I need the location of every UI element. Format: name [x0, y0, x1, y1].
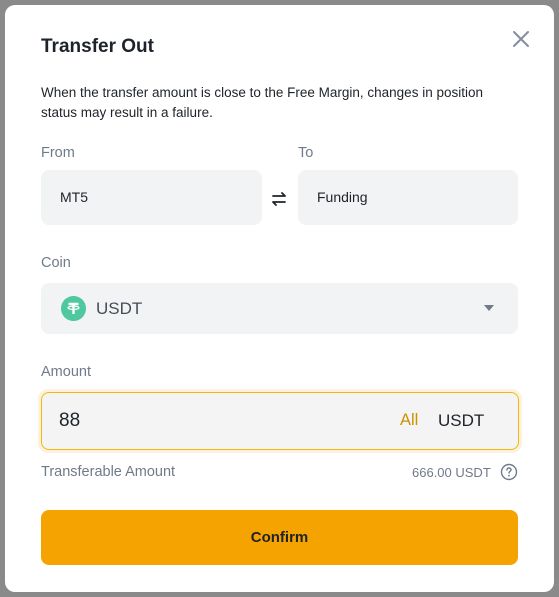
all-button[interactable]: All	[400, 411, 418, 430]
coin-label: Coin	[41, 255, 71, 271]
close-icon[interactable]	[509, 27, 533, 51]
transfer-out-dialog: Transfer Out When the transfer amount is…	[5, 5, 554, 592]
amount-focus-ring: All USDT	[38, 389, 522, 453]
to-account-value: Funding	[317, 189, 368, 205]
confirm-button[interactable]: Confirm	[41, 510, 518, 565]
amount-input[interactable]	[59, 410, 359, 432]
chevron-down-icon	[484, 305, 494, 311]
transferable-value: 666.00 USDT	[412, 465, 491, 480]
dialog-description: When the transfer amount is close to the…	[41, 85, 483, 120]
to-account-select[interactable]: Funding	[298, 170, 518, 225]
coin-select[interactable]: USDT	[41, 283, 518, 334]
amount-field[interactable]: All USDT	[41, 392, 519, 450]
from-account-value: MT5	[60, 189, 88, 205]
help-icon[interactable]	[500, 463, 518, 481]
swap-icon[interactable]	[266, 186, 292, 212]
transferable-label: Transferable Amount	[41, 464, 176, 480]
amount-label: Amount	[41, 364, 91, 380]
from-account-select[interactable]: MT5	[41, 170, 262, 225]
tether-icon	[61, 296, 86, 321]
amount-unit: USDT	[438, 411, 485, 430]
coin-value: USDT	[96, 299, 143, 318]
from-label: From	[41, 145, 75, 161]
to-label: To	[298, 145, 314, 161]
dialog-title: Transfer Out	[41, 36, 154, 57]
